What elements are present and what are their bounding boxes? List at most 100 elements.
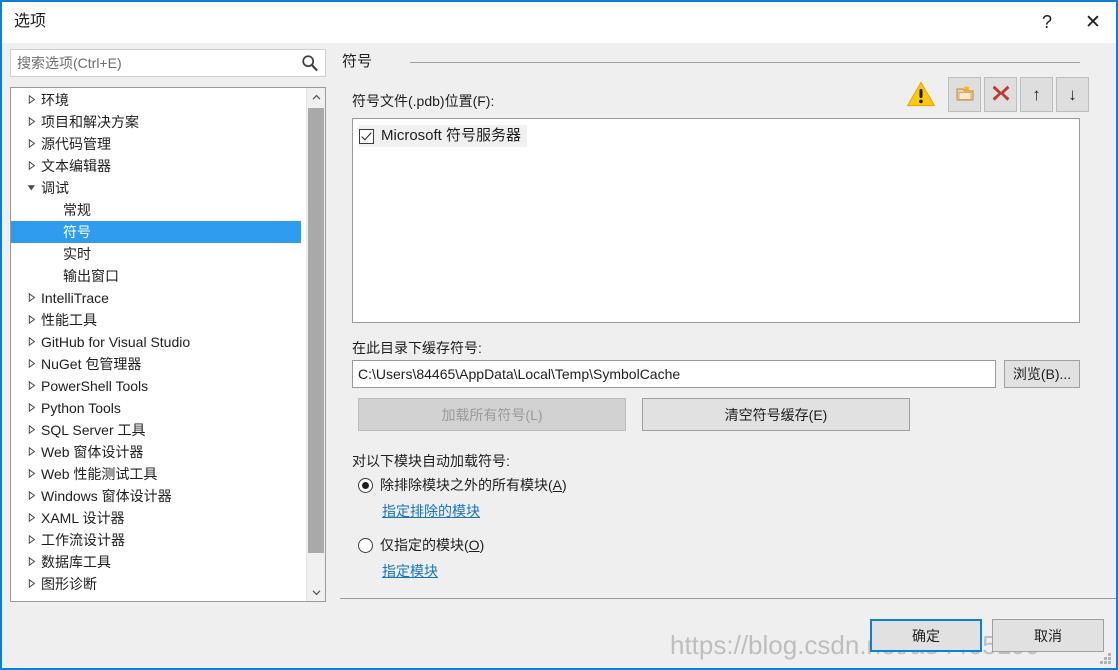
scroll-up-icon[interactable] <box>307 88 325 106</box>
options-dialog: 选项 ? ✕ 环境项目和解决方案源代码管理文本编辑器调试常规符号实时输出窗口 In… <box>0 0 1118 670</box>
red-x-icon <box>991 83 1011 106</box>
sidebar-item-label: XAML 设计器 <box>41 510 125 526</box>
sidebar-item-2[interactable]: 源代码管理 <box>11 133 301 155</box>
sidebar-item-label: 项目和解决方案 <box>41 114 139 130</box>
sidebar-item-6[interactable]: 符号 <box>11 221 301 243</box>
chevron-right-icon[interactable] <box>25 89 37 111</box>
browse-button[interactable]: 浏览(B)... <box>1004 360 1080 388</box>
chevron-right-icon[interactable] <box>25 441 37 463</box>
specify-modules-link[interactable]: 指定模块 <box>382 561 438 581</box>
sidebar-item-1[interactable]: 项目和解决方案 <box>11 111 301 133</box>
sidebar-item-20[interactable]: 工作流设计器 <box>11 529 301 551</box>
new-folder-icon <box>955 84 975 106</box>
radio-only-specified-modules[interactable]: 仅指定的模块(O) <box>358 535 484 555</box>
chevron-right-icon[interactable] <box>25 485 37 507</box>
sidebar-item-label: 图形诊断 <box>41 576 97 592</box>
chevron-right-icon[interactable] <box>25 419 37 441</box>
resize-grip-icon[interactable] <box>1100 653 1111 664</box>
sidebar-item-14[interactable]: Python Tools <box>11 397 301 419</box>
search-box[interactable] <box>10 49 326 77</box>
sidebar-item-7[interactable]: 实时 <box>11 243 301 265</box>
sidebar-item-13[interactable]: PowerShell Tools <box>11 375 301 397</box>
sidebar-item-label: 数据库工具 <box>41 554 111 570</box>
chevron-right-icon[interactable] <box>25 375 37 397</box>
new-symbol-location-button[interactable] <box>948 77 981 112</box>
radio-all-modules-except[interactable]: 除排除模块之外的所有模块(A) <box>358 475 567 495</box>
sidebar-item-17[interactable]: Web 性能测试工具 <box>11 463 301 485</box>
sidebar-item-16[interactable]: Web 窗体设计器 <box>11 441 301 463</box>
chevron-right-icon[interactable] <box>25 133 37 155</box>
chevron-right-icon[interactable] <box>25 573 37 595</box>
cache-path-input[interactable] <box>352 360 996 388</box>
sidebar-item-10[interactable]: 性能工具 <box>11 309 301 331</box>
watermark: https://blog.csdn.net/a84465199 <box>670 630 1041 660</box>
sidebar-item-label: PowerShell Tools <box>41 378 149 394</box>
specify-excluded-modules-link[interactable]: 指定排除的模块 <box>382 501 480 521</box>
sidebar-item-label: 性能工具 <box>41 312 97 328</box>
chevron-right-icon[interactable] <box>25 529 37 551</box>
chevron-right-icon[interactable] <box>25 309 37 331</box>
scrollbar-thumb[interactable] <box>308 108 324 553</box>
chevron-right-icon[interactable] <box>25 155 37 177</box>
clear-symbol-cache-button[interactable]: 清空符号缓存(E) <box>642 398 910 431</box>
sidebar-item-18[interactable]: Windows 窗体设计器 <box>11 485 301 507</box>
options-tree[interactable]: 环境项目和解决方案 源代码管理文本编辑器 调试 常规符号实时输出窗口 IntelliTr… <box>10 87 326 602</box>
tree-scrollbar[interactable] <box>306 88 325 601</box>
auto-load-label: 对以下模块自动加载符号: <box>352 453 510 469</box>
help-button[interactable]: ? <box>1024 2 1070 43</box>
chevron-right-icon[interactable] <box>25 507 37 529</box>
symbol-locations-list[interactable]: Microsoft 符号服务器 <box>352 118 1080 323</box>
sidebar-item-8[interactable]: 输出窗口 <box>11 265 301 287</box>
chevron-down-icon[interactable] <box>25 177 37 199</box>
chevron-right-icon[interactable] <box>25 331 37 353</box>
sidebar-item-19[interactable]: XAML 设计器 <box>11 507 301 529</box>
sidebar-item-label: 实时 <box>63 246 91 262</box>
close-button[interactable]: ✕ <box>1070 2 1116 43</box>
sidebar-item-label: IntelliTrace <box>41 290 109 306</box>
chevron-right-icon[interactable] <box>25 353 37 375</box>
list-item-label: Microsoft 符号服务器 <box>381 127 522 144</box>
sidebar-item-label: 符号 <box>63 224 91 240</box>
page-title: 选项 <box>14 13 47 30</box>
radio-all-modules-except-label: 除排除模块之外的所有模块(A) <box>380 477 567 493</box>
radio-icon[interactable] <box>358 537 373 553</box>
sidebar-item-5[interactable]: 常规 <box>11 199 301 221</box>
load-all-symbols-button[interactable]: 加载所有符号(L) <box>358 398 626 431</box>
sidebar-item-9[interactable]: IntelliTrace <box>11 287 301 309</box>
delete-symbol-location-button[interactable] <box>984 77 1017 112</box>
sidebar-item-label: Windows 窗体设计器 <box>41 488 172 504</box>
tree-list: 环境项目和解决方案 源代码管理文本编辑器 调试 常规符号实时输出窗口 IntelliTr… <box>11 89 301 595</box>
cancel-button[interactable]: 取消 <box>992 619 1104 652</box>
sidebar-item-label: Python Tools <box>41 400 121 416</box>
sidebar-item-12[interactable]: NuGet 包管理器 <box>11 353 301 375</box>
sidebar-item-label: 输出窗口 <box>63 268 119 284</box>
arrow-up-icon: ↑ <box>1032 85 1041 104</box>
chevron-right-icon[interactable] <box>25 111 37 133</box>
sidebar-item-21[interactable]: 数据库工具 <box>11 551 301 573</box>
sidebar-item-15[interactable]: SQL Server 工具 <box>11 419 301 441</box>
sidebar-item-3[interactable]: 文本编辑器 <box>11 155 301 177</box>
sidebar-item-label: 工作流设计器 <box>41 532 125 548</box>
sidebar-item-4[interactable]: 调试 <box>11 177 301 199</box>
chevron-right-icon[interactable] <box>25 397 37 419</box>
sidebar-item-11[interactable]: GitHub for Visual Studio <box>11 331 301 353</box>
list-item[interactable]: Microsoft 符号服务器 <box>359 125 528 147</box>
search-icon[interactable] <box>300 53 320 73</box>
chevron-right-icon[interactable] <box>25 463 37 485</box>
ok-button-label: 确定 <box>912 627 940 644</box>
sidebar-item-0[interactable]: 环境 <box>11 89 301 111</box>
browse-button-label: 浏览(B)... <box>1012 366 1072 382</box>
warning-triangle-icon <box>906 79 936 109</box>
ok-button[interactable]: 确定 <box>870 619 982 652</box>
chevron-right-icon[interactable] <box>25 551 37 573</box>
radio-icon[interactable] <box>358 477 373 493</box>
move-up-button[interactable]: ↑ <box>1020 77 1053 112</box>
chevron-right-icon[interactable] <box>25 287 37 309</box>
sidebar-item-22[interactable]: 图形诊断 <box>11 573 301 595</box>
sidebar-item-label: 源代码管理 <box>41 136 111 152</box>
sidebar-item-label: GitHub for Visual Studio <box>41 334 191 350</box>
scroll-down-icon[interactable] <box>307 583 325 601</box>
search-input[interactable] <box>11 50 297 76</box>
move-down-button[interactable]: ↓ <box>1056 77 1089 112</box>
checkbox-icon[interactable] <box>359 128 374 144</box>
